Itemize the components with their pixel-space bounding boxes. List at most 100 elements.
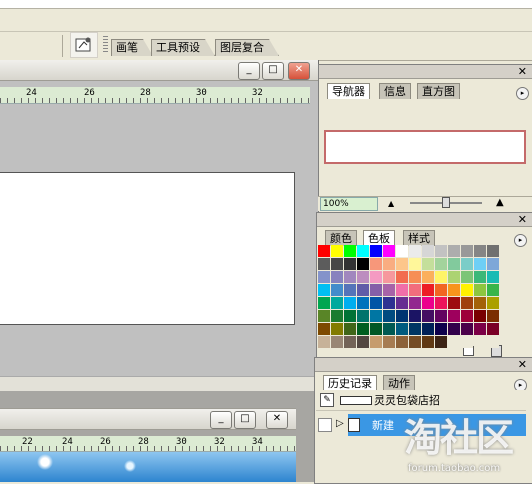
close-icon[interactable]: ✕ bbox=[518, 358, 527, 371]
color-swatch[interactable] bbox=[448, 271, 460, 283]
color-swatch[interactable] bbox=[422, 323, 434, 335]
maximize-button[interactable]: □ bbox=[234, 411, 256, 429]
color-swatch[interactable] bbox=[331, 310, 343, 322]
color-swatch[interactable] bbox=[435, 258, 447, 270]
color-swatch[interactable] bbox=[357, 336, 369, 348]
color-swatch[interactable] bbox=[435, 245, 447, 257]
color-swatch[interactable] bbox=[422, 271, 434, 283]
color-swatch[interactable] bbox=[396, 245, 408, 257]
color-swatch[interactable] bbox=[461, 336, 473, 348]
toggle-palettes-button[interactable] bbox=[70, 32, 98, 58]
color-swatch[interactable] bbox=[474, 323, 486, 335]
panel-menu-icon[interactable]: ▸ bbox=[514, 234, 527, 247]
color-swatch[interactable] bbox=[383, 245, 395, 257]
zoom-out-icon[interactable]: ▲ bbox=[388, 199, 394, 208]
close-button[interactable]: ✕ bbox=[266, 411, 288, 429]
color-swatch[interactable] bbox=[318, 323, 330, 335]
color-swatch[interactable] bbox=[461, 323, 473, 335]
color-swatch[interactable] bbox=[396, 258, 408, 270]
tab-styles[interactable]: 样式 bbox=[403, 230, 435, 246]
tab-swatches[interactable]: 色板 bbox=[363, 230, 395, 246]
color-swatch[interactable] bbox=[383, 310, 395, 322]
color-swatch[interactable] bbox=[370, 336, 382, 348]
color-swatch[interactable] bbox=[461, 271, 473, 283]
maximize-button[interactable]: □ bbox=[262, 62, 284, 80]
tab-actions[interactable]: 动作 bbox=[383, 375, 415, 391]
tab-navigator[interactable]: 导航器 bbox=[327, 83, 370, 99]
color-swatch[interactable] bbox=[487, 271, 499, 283]
color-swatch[interactable] bbox=[383, 271, 395, 283]
color-swatch[interactable] bbox=[357, 284, 369, 296]
well-tab-tool-presets[interactable]: 工具预设 bbox=[151, 39, 215, 56]
color-swatch[interactable] bbox=[422, 310, 434, 322]
tab-info[interactable]: 信息 bbox=[379, 83, 411, 99]
navigator-preview[interactable] bbox=[324, 130, 526, 164]
color-swatch[interactable] bbox=[487, 258, 499, 270]
well-tab-brushes[interactable]: 画笔 bbox=[111, 39, 153, 56]
color-swatch[interactable] bbox=[461, 284, 473, 296]
panel-titlebar[interactable]: ✕ bbox=[317, 213, 532, 227]
color-swatch[interactable] bbox=[370, 245, 382, 257]
color-swatch[interactable] bbox=[344, 297, 356, 309]
color-swatch[interactable] bbox=[331, 323, 343, 335]
brush-source-checkbox[interactable] bbox=[318, 418, 332, 432]
color-swatch[interactable] bbox=[370, 284, 382, 296]
color-swatch[interactable] bbox=[448, 258, 460, 270]
well-tab-layer-comps[interactable]: 图层复合 bbox=[215, 39, 279, 56]
color-swatch[interactable] bbox=[409, 258, 421, 270]
color-swatch[interactable] bbox=[370, 323, 382, 335]
panel-titlebar[interactable]: ✕ bbox=[319, 65, 532, 79]
color-swatch[interactable] bbox=[474, 258, 486, 270]
color-swatch[interactable] bbox=[383, 323, 395, 335]
color-swatch[interactable] bbox=[331, 297, 343, 309]
color-swatch[interactable] bbox=[461, 245, 473, 257]
color-swatch[interactable] bbox=[487, 336, 499, 348]
color-swatch[interactable] bbox=[318, 284, 330, 296]
tab-color[interactable]: 颜色 bbox=[325, 230, 357, 246]
close-button[interactable]: ✕ bbox=[288, 62, 310, 80]
color-swatch[interactable] bbox=[461, 310, 473, 322]
color-swatch[interactable] bbox=[435, 323, 447, 335]
color-swatch[interactable] bbox=[396, 336, 408, 348]
document-2-canvas[interactable] bbox=[0, 452, 296, 482]
color-swatch[interactable] bbox=[435, 336, 447, 348]
color-swatch[interactable] bbox=[357, 258, 369, 270]
color-swatch[interactable] bbox=[422, 245, 434, 257]
color-swatch[interactable] bbox=[331, 258, 343, 270]
color-swatch[interactable] bbox=[487, 323, 499, 335]
color-swatch[interactable] bbox=[448, 245, 460, 257]
color-swatch[interactable] bbox=[461, 258, 473, 270]
color-swatch[interactable] bbox=[370, 297, 382, 309]
color-swatch[interactable] bbox=[409, 336, 421, 348]
color-swatch[interactable] bbox=[422, 258, 434, 270]
color-swatch[interactable] bbox=[474, 271, 486, 283]
color-swatch[interactable] bbox=[318, 297, 330, 309]
color-swatch[interactable] bbox=[487, 245, 499, 257]
color-swatch[interactable] bbox=[318, 336, 330, 348]
color-swatch[interactable] bbox=[344, 284, 356, 296]
color-swatch[interactable] bbox=[448, 323, 460, 335]
color-swatch[interactable] bbox=[422, 284, 434, 296]
color-swatch[interactable] bbox=[331, 271, 343, 283]
color-swatch[interactable] bbox=[422, 336, 434, 348]
color-swatch[interactable] bbox=[383, 284, 395, 296]
color-swatch[interactable] bbox=[344, 336, 356, 348]
color-swatch[interactable] bbox=[435, 297, 447, 309]
document-2-titlebar[interactable]: _ □ ✕ bbox=[0, 408, 296, 430]
color-swatch[interactable] bbox=[435, 310, 447, 322]
color-swatch[interactable] bbox=[409, 297, 421, 309]
color-swatch[interactable] bbox=[474, 297, 486, 309]
color-swatch[interactable] bbox=[357, 323, 369, 335]
color-swatch[interactable] bbox=[357, 271, 369, 283]
color-swatch[interactable] bbox=[435, 284, 447, 296]
color-swatch[interactable] bbox=[474, 284, 486, 296]
color-swatch[interactable] bbox=[383, 336, 395, 348]
minimize-button[interactable]: _ bbox=[238, 62, 260, 80]
minimize-button[interactable]: _ bbox=[210, 411, 232, 429]
document-1-titlebar[interactable]: _ □ ✕ bbox=[0, 60, 318, 81]
color-swatch[interactable] bbox=[396, 323, 408, 335]
close-icon[interactable]: ✕ bbox=[518, 65, 527, 78]
color-swatch[interactable] bbox=[396, 310, 408, 322]
color-swatch[interactable] bbox=[474, 336, 486, 348]
horizontal-scrollbar[interactable] bbox=[0, 376, 318, 391]
